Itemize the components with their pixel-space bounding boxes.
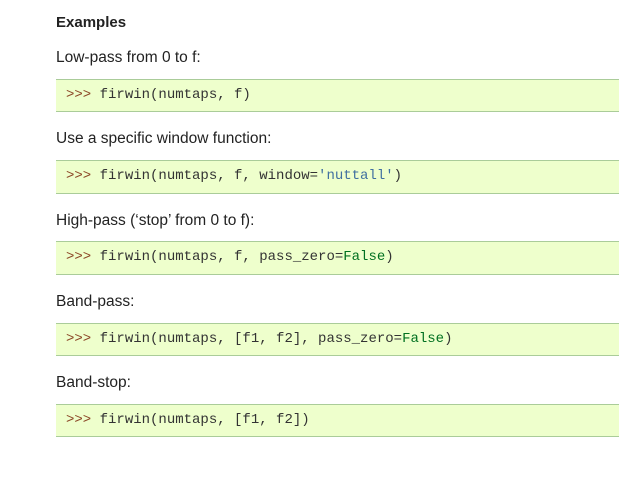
code-block: >>> firwin(numtaps, f) <box>56 79 619 113</box>
code-prompt: >>> <box>66 412 100 428</box>
code-string: 'nuttall' <box>318 168 394 184</box>
example-desc: Use a specific window function: <box>56 128 619 150</box>
example-desc: Band-pass: <box>56 291 619 313</box>
code-block: >>> firwin(numtaps, [f1, f2]) <box>56 404 619 438</box>
code-prompt: >>> <box>66 168 100 184</box>
code-text: firwin(numtaps, f) <box>100 87 251 103</box>
code-text: ) <box>385 249 393 265</box>
code-text: ) <box>394 168 402 184</box>
code-prompt: >>> <box>66 331 100 347</box>
code-block: >>> firwin(numtaps, f, window='nuttall') <box>56 160 619 194</box>
example-desc: Low-pass from 0 to f: <box>56 47 619 69</box>
code-text: ) <box>444 331 452 347</box>
section-title: Examples <box>56 14 619 31</box>
code-text: firwin(numtaps, [f1, f2]) <box>100 412 310 428</box>
code-prompt: >>> <box>66 87 100 103</box>
code-keyword: False <box>402 331 444 347</box>
code-block: >>> firwin(numtaps, f, pass_zero=False) <box>56 241 619 275</box>
example-desc: Band-stop: <box>56 372 619 394</box>
code-keyword: False <box>343 249 385 265</box>
doc-page: Examples Low-pass from 0 to f: >>> firwi… <box>0 0 619 503</box>
example-desc: High-pass (‘stop’ from 0 to f): <box>56 210 619 232</box>
code-text: firwin(numtaps, f, pass_zero= <box>100 249 344 265</box>
code-text: firwin(numtaps, f, window= <box>100 168 318 184</box>
code-block: >>> firwin(numtaps, [f1, f2], pass_zero=… <box>56 323 619 357</box>
code-prompt: >>> <box>66 249 100 265</box>
code-text: firwin(numtaps, [f1, f2], pass_zero= <box>100 331 402 347</box>
